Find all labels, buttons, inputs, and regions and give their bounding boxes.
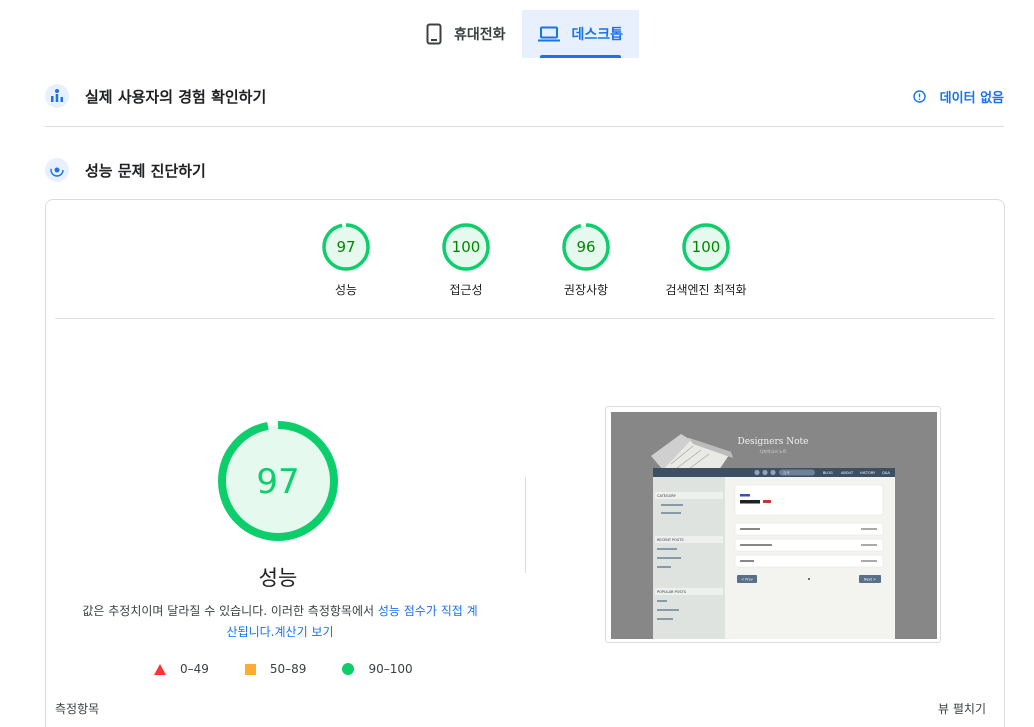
gauge-accessibility[interactable]: 100 접근성: [406, 222, 526, 298]
gauge-score: 96: [576, 238, 595, 256]
legend-fail: 0–49: [154, 662, 209, 676]
site-search: 검색: [783, 470, 789, 475]
nav-item: ABOUT: [841, 471, 854, 475]
vertical-separator: [525, 477, 526, 573]
gauge-label: 권장사항: [563, 283, 609, 297]
page-screenshot[interactable]: Designers Note 디자이너스 노트 검색 BLOG ABOUT HI…: [605, 406, 941, 643]
site-subtitle: 디자이너스 노트: [759, 448, 786, 454]
legend-average: 50–89: [244, 662, 307, 676]
report-card: 97 성능 100 접근성 96 권장사항 100 검색엔진 최적화 97 성능…: [45, 199, 1005, 727]
next-button: Next >: [864, 578, 876, 582]
gauge-score: 100: [692, 238, 721, 256]
legend-range: 0–49: [180, 662, 209, 676]
diagnostics-header: 성능 문제 진단하기: [45, 158, 1004, 182]
tab-desktop[interactable]: 데스크톱: [521, 10, 640, 58]
tab-desktop-label: 데스크톱: [571, 27, 624, 43]
prev-button: < Prev: [741, 578, 753, 582]
gauge-label: 성능: [334, 283, 358, 297]
lighthouse-icon: [45, 158, 69, 182]
performance-score: 97: [256, 462, 299, 502]
metrics-label: 측정항목: [55, 702, 100, 716]
square-icon: [244, 663, 256, 675]
score-gauge-ring: 100: [442, 223, 490, 271]
legend-range: 50–89: [269, 662, 307, 676]
score-legend: 0–49 50–89 90–100: [154, 662, 449, 676]
laptop-icon: [537, 26, 560, 42]
gauge-label: 접근성: [449, 283, 483, 297]
device-tabs: 휴대전화 데스크톱: [410, 10, 640, 58]
sidebar-section: RECENT POSTS: [657, 538, 684, 542]
performance-gauge-large: 97: [218, 421, 338, 541]
users-chart-icon: [45, 84, 69, 108]
sidebar-section: CATEGORY: [657, 494, 677, 498]
tab-mobile[interactable]: 휴대전화: [410, 10, 522, 58]
expand-view-button[interactable]: 뷰 펼치기: [938, 700, 986, 717]
gauge-label: 검색엔진 최적화: [665, 283, 747, 297]
score-gauges: 97 성능 100 접근성 96 권장사항 100 검색엔진 최적화: [46, 222, 1004, 302]
card-divider: [55, 318, 995, 319]
legend-range: 90–100: [368, 662, 413, 676]
metrics-header: 측정항목 뷰 펼치기: [55, 700, 986, 717]
legend-pass: 90–100: [342, 662, 413, 676]
diagnostics-title: 성능 문제 진단하기: [85, 161, 206, 180]
gauge-score: 97: [336, 238, 355, 256]
gauge-best-practices[interactable]: 96 권장사항: [526, 222, 646, 298]
circle-icon: [342, 663, 355, 675]
field-data-title: 실제 사용자의 경험 확인하기: [85, 87, 267, 106]
nav-item: HISTORY: [860, 471, 876, 475]
sidebar-section: POPULAR POSTS: [657, 590, 687, 594]
screenshot-drawing: Designers Note 디자이너스 노트 검색 BLOG ABOUT HI…: [611, 412, 937, 639]
screenshot-image: Designers Note 디자이너스 노트 검색 BLOG ABOUT HI…: [611, 412, 937, 639]
note-text: 값은 추정치이며 달라질 수 있습니다. 이러한 측정항목에서: [82, 604, 378, 618]
nav-item: Q&A: [882, 471, 890, 475]
performance-label: 성능: [258, 566, 298, 590]
gauge-score: 100: [452, 238, 481, 256]
gauge-performance[interactable]: 97 성능: [286, 222, 406, 298]
info-icon: [912, 89, 926, 103]
site-title: Designers Note: [738, 437, 809, 447]
triangle-icon: [154, 663, 166, 675]
no-data-label: 데이터 없음: [939, 90, 1004, 106]
performance-note: 값은 추정치이며 달라질 수 있습니다. 이러한 측정항목에서 성능 점수가 직…: [80, 601, 480, 643]
no-data-status[interactable]: 데이터 없음: [912, 87, 1004, 106]
score-gauge-ring: 97: [322, 223, 370, 271]
calculator-link[interactable]: 계산기 보기: [274, 625, 333, 639]
phone-icon: [426, 23, 442, 45]
tab-mobile-label: 휴대전화: [454, 27, 506, 43]
field-data-header: 실제 사용자의 경험 확인하기 데이터 없음: [45, 84, 1004, 108]
gauge-seo[interactable]: 100 검색엔진 최적화: [646, 222, 766, 298]
section-divider: [45, 126, 1004, 127]
score-gauge-ring: 96: [562, 223, 610, 271]
nav-item: BLOG: [823, 471, 833, 475]
score-gauge-ring: 100: [682, 223, 730, 271]
